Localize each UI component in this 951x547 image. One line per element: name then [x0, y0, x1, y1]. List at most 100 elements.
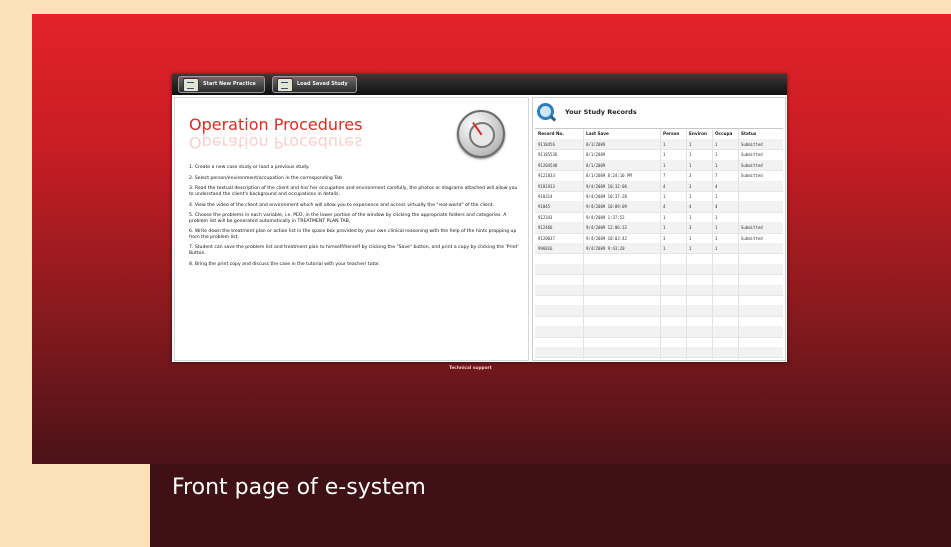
procedure-step: 5. Choose the problems in each variable,… [189, 213, 507, 224]
table-cell: 1 [715, 162, 718, 168]
table-cell: Submitted [741, 235, 763, 241]
table-cell: 1 [663, 162, 666, 168]
table-cell: 910314 [538, 194, 553, 199]
table-cell: 9/4/2009 10:37:20 [586, 194, 627, 199]
table-cell: 7 [663, 173, 666, 179]
e-system-window: Start New Practice Load Saved Study Oper… [172, 74, 787, 362]
table-cell: 1 [663, 152, 666, 158]
table-cell: 1 [689, 246, 692, 251]
load-saved-study-label: Load Saved Study [297, 81, 348, 87]
column-divider [660, 129, 661, 359]
column-header[interactable]: Status [741, 131, 756, 136]
table-cell: 1 [663, 225, 666, 231]
table-cell: 8/1/2009 [586, 142, 606, 147]
table-cell: 1 [715, 225, 718, 231]
table-cell: 4 [663, 183, 666, 189]
table-cell: 3 [689, 183, 692, 189]
compass-icon [457, 110, 505, 158]
table-cell: 1 [715, 194, 718, 199]
study-records-panel: Your Study Records Record No. Last Save Pe… [532, 97, 786, 361]
procedure-step: 3. Read the textual description of the c… [189, 186, 518, 197]
load-saved-study-button[interactable]: Load Saved Study [272, 76, 357, 93]
table-cell: Submitted [741, 173, 763, 179]
table-cell: 8/1/2009 8:24:10 PM [586, 173, 632, 179]
table-cell: 9/4/2009 1:37:52 [586, 214, 625, 220]
folder-icon [277, 78, 293, 92]
procedure-step: 4. View the video of the client and envi… [189, 202, 495, 208]
table-cell: Submitted [741, 225, 763, 231]
table-cell: 1 [689, 214, 692, 220]
table-row [535, 347, 783, 359]
table-cell: 7 [715, 173, 718, 179]
table-cell: 912343 [538, 214, 553, 220]
table-cell: 3 [689, 225, 692, 231]
table-cell: 4 [663, 204, 666, 210]
table-cell: 9/4/2009 10:09:09 [586, 204, 627, 210]
table-cell: 9101933 [538, 183, 555, 189]
column-header[interactable]: Occupa [715, 131, 732, 136]
table-cell: 1 [689, 194, 692, 199]
table-cell: 4 [715, 183, 718, 189]
procedure-step: 8. Bring the print copy and discuss the … [189, 261, 381, 267]
figure-caption: Front page of e-system [172, 475, 426, 500]
column-divider [583, 129, 584, 359]
start-new-practice-label: Start New Practice [203, 81, 256, 87]
table-cell: 1 [663, 194, 666, 199]
document-icon [183, 78, 199, 92]
table-cell: 1 [663, 214, 666, 220]
table-cell: Submitted [741, 162, 763, 168]
table-cell: 8/1/2009 [586, 162, 606, 168]
toolbar: Start New Practice Load Saved Study [172, 74, 787, 95]
table-cell: 3 [715, 235, 718, 241]
technical-support-link[interactable]: Technical support [449, 366, 492, 371]
table-cell: 1 [689, 152, 692, 158]
table-cell: 91185536 [538, 152, 558, 158]
compass-needle [472, 121, 483, 136]
column-header[interactable]: Environ [689, 131, 707, 136]
table-cell: 1 [715, 246, 718, 251]
page-title: Operation Procedures [189, 115, 363, 134]
table-cell: 1 [715, 214, 718, 220]
table-cell: Submitted [741, 142, 763, 147]
table-cell: 4 [689, 204, 692, 210]
procedure-step: 1. Create a new case study or load a pre… [189, 165, 310, 170]
table-cell: 912466 [538, 225, 553, 231]
table-cell: 1 [689, 162, 692, 168]
table-cell: 91045 [538, 204, 551, 210]
column-header[interactable]: Last Save [586, 131, 609, 136]
table-cell: 9/4/2009 10:32:06 [586, 183, 627, 189]
table-cell: 1 [715, 152, 718, 158]
title-reflection: Operation Procedures [189, 133, 363, 152]
table-cell: 996816 [538, 246, 553, 251]
records-header: Your Study Records [537, 102, 781, 124]
study-records-table: Record No. Last Save Person Environ Occupa St… [535, 128, 783, 359]
table-cell: 9/4/2009 9:43:20 [586, 246, 625, 251]
records-title: Your Study Records [565, 108, 637, 116]
table-cell: 1 [689, 235, 692, 241]
table-cell: Submitted [741, 152, 763, 158]
column-header[interactable]: Record No. [538, 131, 564, 136]
procedure-steps: 1. Create a new case study or load a pre… [189, 165, 519, 272]
table-cell: 3 [689, 173, 692, 179]
table-cell: 9120037 [538, 235, 555, 241]
table-cell: 3 [663, 235, 666, 241]
procedure-step: 6. Write down the treatment plan or acti… [189, 229, 517, 240]
table-cell: 4 [715, 204, 718, 210]
table-cell: 9/4/2009 12:06:32 [586, 225, 627, 231]
procedure-step: 7. Student can save the problem list and… [189, 245, 519, 256]
table-cell: 1 [715, 142, 718, 147]
column-divider [738, 129, 739, 359]
start-new-practice-button[interactable]: Start New Practice [178, 76, 265, 93]
column-header[interactable]: Person [663, 131, 679, 136]
operation-procedures-panel: Operation Procedures Operation Procedure… [174, 97, 529, 361]
column-divider [686, 129, 687, 359]
magnifier-icon [537, 103, 554, 120]
table-cell: 8/1/2009 [586, 152, 606, 158]
table-cell: 9118456 [538, 142, 555, 147]
table-cell: 9121833 [538, 173, 555, 179]
table-cell: 1 [663, 246, 666, 251]
procedure-step: 2. Select person/environment/occupation … [189, 175, 343, 181]
table-cell: 91204548 [538, 162, 558, 168]
table-cell: 1 [663, 142, 666, 147]
table-cell: 9/4/2009 10:03:42 [586, 235, 627, 241]
